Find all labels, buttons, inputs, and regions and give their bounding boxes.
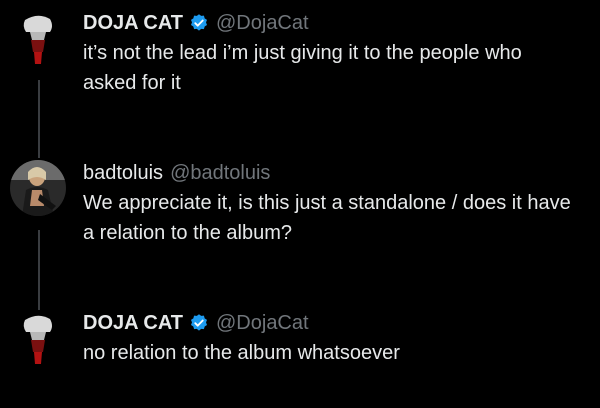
avatar-image: [10, 10, 66, 66]
display-name[interactable]: badtoluis: [83, 160, 163, 186]
thread-connector-line: [38, 80, 40, 158]
user-handle[interactable]: @DojaCat: [216, 310, 309, 336]
avatar-image: [10, 310, 66, 366]
display-name[interactable]: DOJA CAT: [83, 10, 183, 36]
tweet-header: badtoluis @badtoluis: [83, 160, 580, 186]
tweet-header: DOJA CAT @DojaCat: [83, 10, 580, 36]
tweet-header: DOJA CAT @DojaCat: [83, 310, 580, 336]
display-name[interactable]: DOJA CAT: [83, 310, 183, 336]
avatar[interactable]: [10, 310, 66, 366]
avatar-image: [10, 160, 66, 216]
tweet-text: no relation to the album whatsoever: [83, 342, 400, 364]
avatar[interactable]: [10, 160, 66, 216]
user-handle[interactable]: @badtoluis: [170, 160, 270, 186]
tweet-text: it’s not the lead i’m just giving it to …: [83, 42, 522, 94]
avatar[interactable]: [10, 10, 66, 66]
thread-connector-line: [38, 230, 40, 310]
verified-badge-icon: [191, 14, 207, 31]
tweet-text: We appreciate it, is this just a standal…: [83, 192, 571, 244]
verified-badge-icon: [191, 314, 207, 331]
user-handle[interactable]: @DojaCat: [216, 10, 309, 36]
